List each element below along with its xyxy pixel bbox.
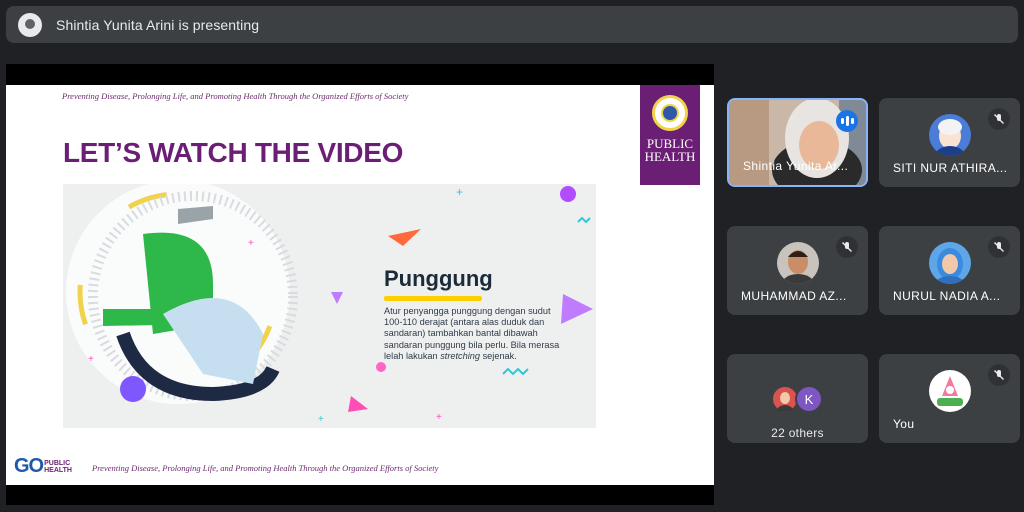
participant-tile-siti[interactable]: SITI NUR ATHIRA... <box>879 98 1020 187</box>
participant-name: SITI NUR ATHIRA... <box>893 161 1008 175</box>
avatar <box>928 370 971 412</box>
presenter-avatar <box>18 12 42 37</box>
video-heading: Punggung <box>384 266 493 291</box>
presentation-slide: Preventing Disease, Prolonging Life, and… <box>6 85 714 485</box>
participant-name: NURUL NADIA A... <box>893 289 1001 303</box>
slide-title: LET’S WATCH THE VIDEO <box>63 137 404 168</box>
participant-name: MUHAMMAD AZ... <box>741 289 847 303</box>
avatar <box>928 242 971 284</box>
meeting-window: Shintia Yunita Arini is presenting Preve… <box>0 0 1024 512</box>
avatar-initial: K <box>795 385 823 413</box>
slide-tagline-bottom: Preventing Disease, Prolonging Life, and… <box>92 463 439 473</box>
university-seal-icon <box>652 95 688 131</box>
svg-text:+: + <box>248 238 254 249</box>
speaking-indicator-icon <box>836 110 858 132</box>
public-health-logo: PUBLIC HEALTH <box>640 85 700 185</box>
avatar <box>928 114 971 156</box>
go-public-health-logo: GO PUBLIC HEALTH <box>14 455 72 477</box>
mic-off-icon <box>988 236 1010 258</box>
mic-off-icon <box>988 364 1010 386</box>
svg-text:+: + <box>456 185 463 199</box>
video-heading-underline <box>384 296 482 301</box>
mic-off-icon <box>988 108 1010 130</box>
avatar <box>776 242 819 284</box>
participant-tile-nurul[interactable]: NURUL NADIA A... <box>879 226 1020 315</box>
shared-screen[interactable]: Preventing Disease, Prolonging Life, and… <box>6 64 714 505</box>
participant-name: You <box>893 417 915 431</box>
video-frame[interactable]: + + + + + Punggung Atur penyangga punggu… <box>63 184 596 428</box>
svg-text:+: + <box>318 414 324 425</box>
mic-off-icon <box>836 236 858 258</box>
participant-name: Shintia Yunita Ar... <box>743 159 849 173</box>
svg-text:+: + <box>436 412 442 423</box>
slide-tagline-top: Preventing Disease, Prolonging Life, and… <box>62 91 409 101</box>
presentation-banner[interactable]: Shintia Yunita Arini is presenting <box>6 6 1018 43</box>
participant-tile-muhammad[interactable]: MUHAMMAD AZ... <box>727 226 868 315</box>
video-body-text: Atur penyangga punggung dengan sudut 100… <box>384 306 560 361</box>
svg-text:+: + <box>88 354 94 365</box>
others-count-label: 22 others <box>771 426 824 440</box>
participant-tile-presenter[interactable]: Shintia Yunita Ar... <box>727 98 868 187</box>
participant-tile-you[interactable]: You <box>879 354 1020 443</box>
participant-tile-others[interactable]: K 22 others <box>727 354 868 443</box>
presenting-label: Shintia Yunita Arini is presenting <box>56 16 260 33</box>
logo-text-line2: HEALTH <box>644 149 696 164</box>
